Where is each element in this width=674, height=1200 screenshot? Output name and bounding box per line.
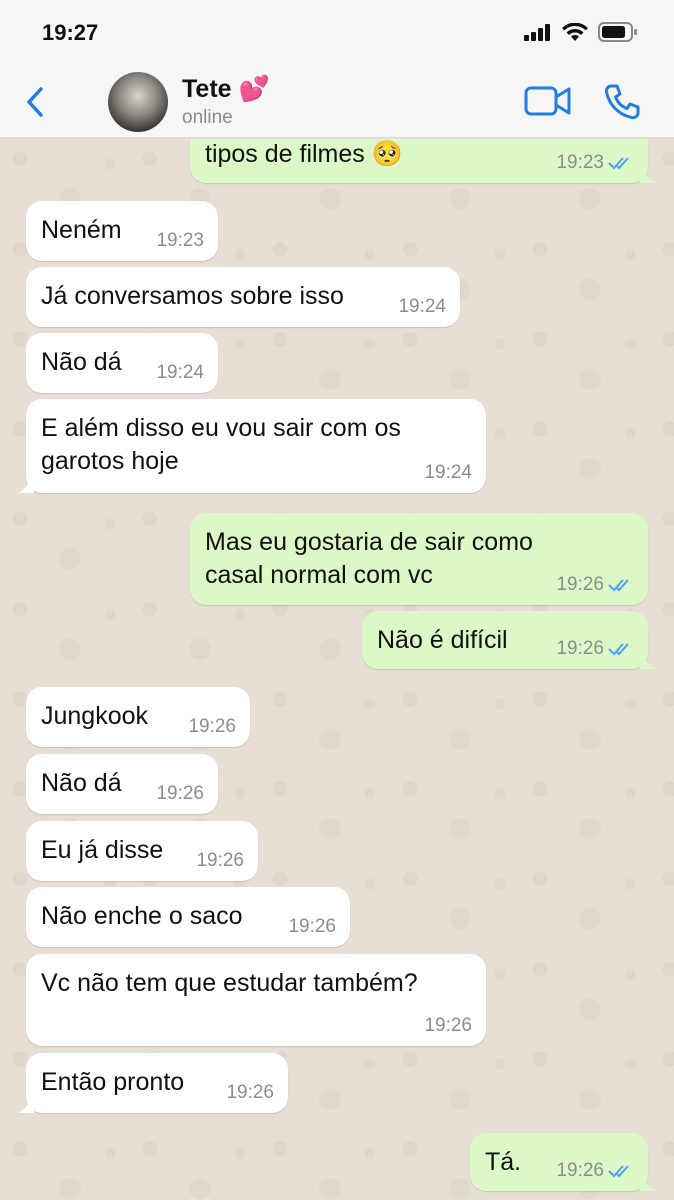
back-button[interactable]	[18, 82, 52, 122]
message-meta: 19:24	[424, 463, 472, 483]
video-camera-icon	[524, 86, 571, 116]
contact-name[interactable]: Tete 💕	[182, 75, 270, 104]
contact-status: online	[182, 107, 233, 128]
message-bubble-incoming[interactable]: Não enche o saco 19:26	[26, 887, 350, 947]
message-text: Já conversamos sobre isso	[41, 282, 344, 310]
message-time: 19:24	[424, 462, 472, 483]
double-check-icon	[608, 1165, 629, 1178]
message-meta: 19:26	[424, 1016, 472, 1036]
message-meta: 19:24	[398, 297, 446, 317]
message-meta: 19:26	[556, 575, 634, 595]
message-time: 19:26	[288, 916, 336, 937]
message-bubble-incoming[interactable]: E além disso eu vou sair com os garotos …	[18, 399, 486, 493]
message-meta: 19:26	[288, 917, 336, 937]
bubble-tail	[640, 167, 656, 183]
status-bar: 19:27	[0, 0, 674, 66]
message-bubble-outgoing[interactable]: Mas eu gostaria de sair como casal norma…	[190, 513, 648, 605]
message-time: 19:24	[398, 296, 446, 317]
message-text-line: Mas eu gostaria de sair como	[205, 528, 533, 556]
phone-icon	[604, 84, 640, 120]
chat-header: Tete 💕 online	[0, 66, 674, 138]
message-bubble-outgoing[interactable]: tipos de filmes 🥺 19:23	[190, 139, 656, 183]
message-meta: 19:26	[226, 1083, 274, 1103]
bubble-tail	[18, 477, 34, 493]
chevron-left-icon	[27, 87, 43, 117]
message-text-line: garotos hoje	[41, 447, 179, 475]
double-check-icon	[608, 157, 629, 170]
double-check-icon	[608, 643, 629, 656]
chat-messages[interactable]: tipos de filmes 🥺 19:23 Neném 19:23 Já c…	[0, 139, 674, 1200]
message-time: 19:23	[556, 152, 604, 173]
status-icons	[524, 22, 638, 42]
contact-avatar[interactable]	[108, 72, 168, 132]
message-meta: 19:26	[556, 1161, 634, 1181]
message-text: Vc não tem que estudar também?	[41, 969, 418, 997]
message-time: 19:26	[188, 716, 236, 737]
bubble-tail	[640, 1175, 656, 1191]
message-time: 19:26	[156, 783, 204, 804]
message-time: 19:26	[424, 1015, 472, 1036]
signal-icon	[524, 24, 550, 41]
message-meta: 19:26	[156, 784, 204, 804]
double-check-icon	[608, 579, 629, 592]
wifi-icon	[562, 22, 588, 41]
message-time: 19:26	[556, 574, 604, 595]
message-bubble-incoming[interactable]: Vc não tem que estudar também? 19:26	[26, 954, 486, 1046]
message-time: 19:24	[156, 362, 204, 383]
message-meta: 19:26	[188, 717, 236, 737]
message-time: 19:23	[156, 230, 204, 251]
message-time: 19:26	[226, 1082, 274, 1103]
message-time: 19:26	[556, 638, 604, 659]
message-meta: 19:26	[196, 851, 244, 871]
bubble-tail	[640, 653, 656, 669]
message-bubble-incoming[interactable]: Eu já disse 19:26	[26, 821, 258, 881]
message-time: 19:26	[196, 850, 244, 871]
message-bubble-outgoing[interactable]: Tá. 19:26	[470, 1133, 656, 1191]
message-bubble-incoming[interactable]: Jungkook 19:26	[26, 687, 250, 747]
message-meta: 19:23	[156, 231, 204, 251]
message-meta: 19:26	[556, 639, 634, 659]
voice-call-button[interactable]	[602, 82, 642, 127]
message-meta: 19:23	[556, 153, 634, 173]
message-bubble-incoming[interactable]: Então pronto 19:26	[18, 1053, 288, 1113]
message-meta: 19:24	[156, 363, 204, 383]
battery-icon	[598, 22, 637, 42]
bubble-tail	[18, 1097, 34, 1113]
status-time: 19:27	[42, 20, 99, 45]
message-bubble-outgoing[interactable]: Não é difícil 19:26	[362, 611, 656, 669]
message-bubble-incoming[interactable]: Não dá 19:26	[26, 754, 218, 814]
video-call-button[interactable]	[524, 84, 572, 123]
message-text-line: E além disso eu vou sair com os	[41, 414, 401, 442]
message-bubble-incoming[interactable]: Já conversamos sobre isso 19:24	[26, 267, 460, 327]
message-bubble-incoming[interactable]: Neném 19:23	[26, 201, 218, 261]
message-bubble-incoming[interactable]: Não dá 19:24	[26, 333, 218, 393]
message-time: 19:26	[556, 1160, 604, 1181]
